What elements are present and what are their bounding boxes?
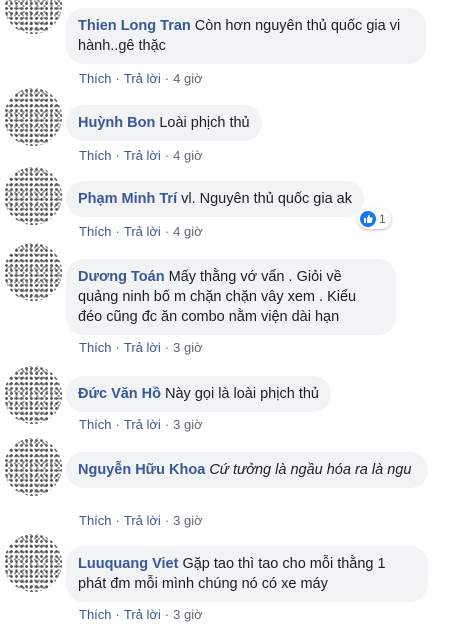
comment-time[interactable]: 3 giờ [173, 417, 203, 432]
comment-item: Luuquang Viet Gặp tao thì tao cho mỗi thằ… [0, 534, 459, 629]
comment-actions: Thích · Trả lời · 4 giờ [79, 224, 203, 240]
comment-time[interactable]: 3 giờ [173, 340, 203, 355]
separator-dot: · [164, 148, 170, 163]
comment-bubble: Phạm Minh Trí vl. Nguyên thủ quốc gia ak [66, 181, 364, 217]
comment-time[interactable]: 4 giờ [173, 71, 203, 86]
comment-author[interactable]: Thien Long Tran [78, 18, 191, 34]
comment-actions: Thích · Trả lời · 3 giờ [79, 513, 203, 529]
separator-dot: · [115, 148, 120, 163]
reply-link[interactable]: Trả lời [124, 224, 161, 239]
comment-actions: Thích · Trả lời · 3 giờ [79, 340, 203, 356]
separator-dot: · [164, 607, 170, 622]
comment-actions: Thích · Trả lời · 4 giờ [79, 148, 203, 164]
reply-link[interactable]: Trả lời [124, 148, 161, 163]
comment-time[interactable]: 4 giờ [173, 148, 203, 163]
comment-author[interactable]: Luuquang Viet [78, 556, 178, 572]
like-link[interactable]: Thích [79, 224, 112, 239]
comment-item: Đức Văn Hồ Này gọi là loài phịch thủ Thíc… [0, 366, 459, 444]
comment-item: Phạm Minh Trí vl. Nguyên thủ quốc gia ak … [0, 167, 459, 255]
comment-author[interactable]: Phạm Minh Trí [78, 191, 177, 207]
comment-time[interactable]: 4 giờ [173, 224, 203, 239]
separator-dot: · [115, 513, 120, 528]
avatar[interactable] [4, 534, 62, 592]
comment-time[interactable]: 3 giờ [173, 513, 203, 528]
like-link[interactable]: Thích [79, 607, 112, 622]
like-link[interactable]: Thích [79, 340, 112, 355]
comment-actions: Thích · Trả lời · 3 giờ [79, 417, 203, 433]
separator-dot: · [164, 71, 170, 86]
comment-item: Nguyễn Hữu Khoa Cứ tưởng là ngầu hóa ra l… [0, 438, 459, 540]
like-link[interactable]: Thích [79, 148, 112, 163]
like-icon [360, 211, 376, 227]
avatar[interactable] [4, 438, 62, 496]
avatar[interactable] [4, 366, 62, 424]
comment-actions: Thích · Trả lời · 3 giờ [79, 607, 203, 623]
reply-link[interactable]: Trả lời [124, 513, 161, 528]
comment-item: Thien Long Tran Còn hơn nguyên thủ quốc g… [0, 0, 459, 90]
comment-item: Dương Toán Mấy thằng vớ vẩn . Giỏi về quả… [0, 243, 459, 368]
comment-bubble: Luuquang Viet Gặp tao thì tao cho mỗi thằ… [66, 546, 428, 602]
separator-dot: · [164, 513, 170, 528]
separator-dot: · [115, 340, 120, 355]
separator-dot: · [164, 224, 170, 239]
separator-dot: · [115, 417, 120, 432]
reply-link[interactable]: Trả lời [124, 71, 161, 86]
reply-link[interactable]: Trả lời [124, 340, 161, 355]
separator-dot: · [164, 340, 170, 355]
comment-item: Huỳnh Bon Loài phịch thủ Thích · Trả lời · 4 … [0, 88, 459, 175]
comment-text: Loài phịch thủ [159, 115, 250, 131]
separator-dot: · [115, 71, 120, 86]
like-link[interactable]: Thích [79, 71, 112, 86]
avatar[interactable] [4, 243, 62, 301]
comment-actions: Thích · Trả lời · 4 giờ [79, 71, 203, 87]
comment-bubble: Thien Long Tran Còn hơn nguyên thủ quốc g… [66, 8, 426, 64]
comment-bubble: Huỳnh Bon Loài phịch thủ [66, 105, 262, 141]
avatar[interactable] [4, 88, 62, 146]
comment-bubble: Đức Văn Hồ Này gọi là loài phịch thủ [66, 376, 331, 412]
separator-dot: · [164, 417, 170, 432]
comment-bubble: Nguyễn Hữu Khoa Cứ tưởng là ngầu hóa ra l… [66, 452, 428, 488]
comment-author[interactable]: Dương Toán [78, 269, 165, 285]
comment-author[interactable]: Huỳnh Bon [78, 115, 155, 131]
separator-dot: · [115, 224, 120, 239]
comment-author[interactable]: Nguyễn Hữu Khoa [78, 462, 205, 478]
comment-text: Này gọi là loài phịch thủ [165, 386, 319, 402]
reply-link[interactable]: Trả lời [124, 417, 161, 432]
avatar[interactable] [4, 0, 62, 34]
like-link[interactable]: Thích [79, 417, 112, 432]
comment-text: Cứ tưởng là ngầu hóa ra là ngu [209, 462, 412, 478]
like-link[interactable]: Thích [79, 513, 112, 528]
comment-time[interactable]: 3 giờ [173, 607, 203, 622]
separator-dot: · [115, 607, 120, 622]
avatar[interactable] [4, 167, 62, 225]
comment-bubble: Dương Toán Mấy thằng vớ vẩn . Giỏi về quả… [66, 259, 396, 335]
comment-author[interactable]: Đức Văn Hồ [78, 386, 161, 402]
reply-link[interactable]: Trả lời [124, 607, 161, 622]
reaction-badge[interactable]: 1 [358, 209, 391, 229]
reaction-count: 1 [379, 212, 386, 226]
comment-text: vl. Nguyên thủ quốc gia ak [181, 191, 352, 207]
